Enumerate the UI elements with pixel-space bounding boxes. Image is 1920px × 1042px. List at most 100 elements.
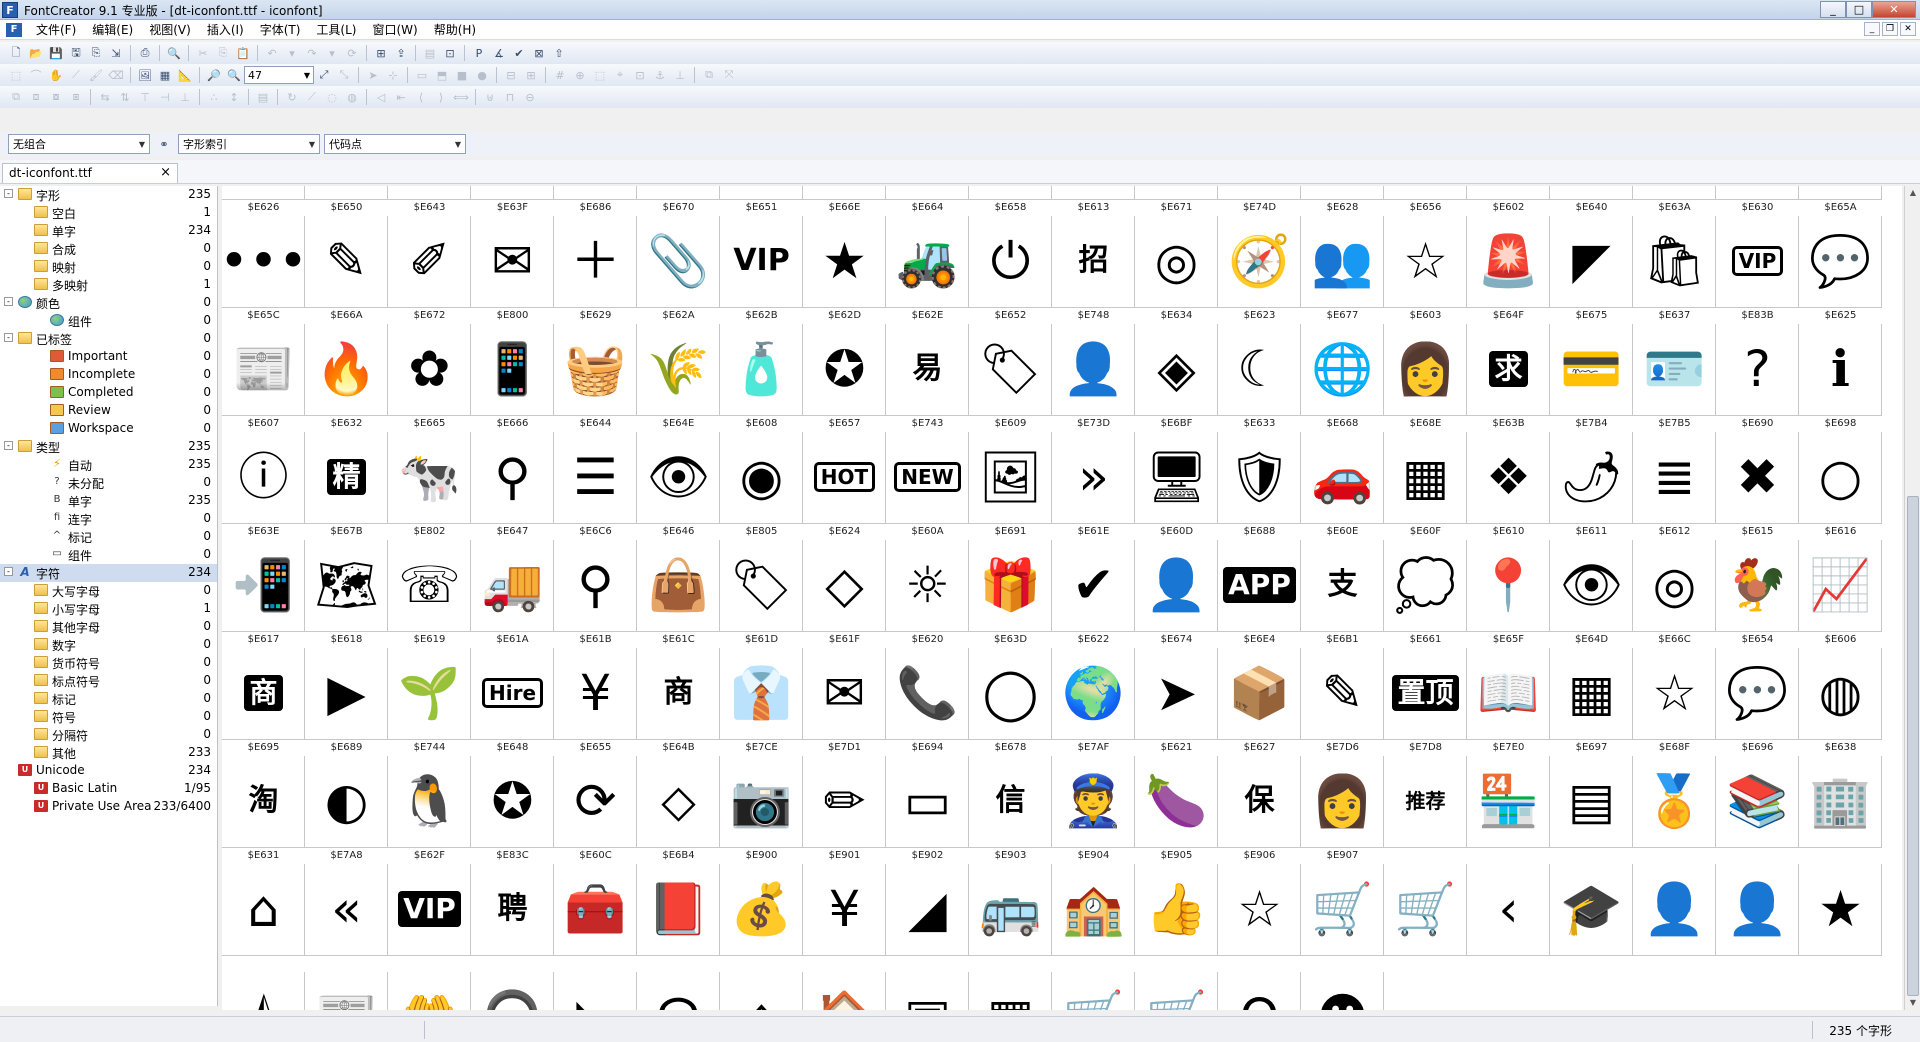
glyph-cell[interactable]: ☼ $E620 [886, 540, 969, 648]
glyph-cell[interactable]: ＋ $E629 [554, 216, 637, 324]
split-icon[interactable]: ⧇ [48, 89, 64, 105]
align-middle-icon[interactable]: ⊣ [157, 89, 173, 105]
glyph-cell[interactable]: ✐ $E672 [388, 216, 471, 324]
glyph-cell[interactable]: 商 $E695 [222, 648, 305, 756]
glyph-cell[interactable]: ✪ $E83C [471, 756, 554, 864]
text-box-icon[interactable]: ⊡ [442, 45, 458, 61]
glyph-cell[interactable]: 💳 $E7B4 [1550, 324, 1633, 432]
glyph-cell[interactable]: ? $E690 [1716, 324, 1799, 432]
glyph-cell[interactable]: 🐧 $E62F [388, 756, 471, 864]
glyph-cell[interactable]: 🏫 [1052, 864, 1135, 972]
tree-item[interactable]: 单字 234 [0, 222, 217, 240]
grid-toggle-icon[interactable]: ▦ [157, 67, 173, 83]
width-icon[interactable]: ⟺ [453, 89, 469, 105]
menu-file[interactable]: 文件(F) [28, 21, 84, 38]
scale-icon[interactable]: ⤧ [721, 67, 737, 83]
glyph-cell[interactable]: VIP $E62B [720, 216, 803, 324]
box-icon[interactable]: ⊡ [632, 67, 648, 83]
union-icon[interactable]: ⊎ [482, 89, 498, 105]
glyph-cell[interactable]: 📚 [1716, 756, 1799, 864]
glyph-index-select[interactable]: 字形索引 ▼ [178, 134, 320, 154]
glyph-cell[interactable]: 📕 [637, 864, 720, 972]
glyph-cell[interactable]: 易 $E743 [886, 324, 969, 432]
glyph-cell[interactable]: 👩 $E907 [1301, 756, 1384, 864]
copy-contour-icon[interactable]: ⧉ [8, 89, 24, 105]
glyph-cell[interactable]: 商 $E64B [637, 648, 720, 756]
glyph-cell[interactable]: ◯ $E678 [969, 648, 1052, 756]
preview-icon[interactable]: P [471, 45, 487, 61]
glyph-cell[interactable]: 🎧 [471, 972, 554, 1010]
measure-icon[interactable]: ⌖ [612, 67, 628, 83]
glyph-cell[interactable]: ✉ $E800 [471, 216, 554, 324]
glyph-cell[interactable]: 支 $E6B1 [1301, 540, 1384, 648]
outline-icon[interactable]: ◌ [324, 89, 340, 105]
glyph-cell[interactable]: ◈ $E6BF [1135, 324, 1218, 432]
tree-item[interactable]: Incomplete 0 [0, 366, 217, 384]
glyph-cell[interactable]: ○ $E616 [1799, 432, 1882, 540]
glyph-cell[interactable]: 🏠 [803, 972, 886, 1010]
hand-icon[interactable]: ✋ [48, 67, 64, 83]
lasso-icon[interactable]: ⌒ [28, 67, 44, 83]
link-icon[interactable]: ⚭ [156, 136, 172, 152]
glyph-cell[interactable]: 🤲 [388, 972, 471, 1010]
ruler-icon[interactable]: 📐 [177, 67, 193, 83]
glyph-cell[interactable]: ◢ [886, 864, 969, 972]
glyph-cell[interactable]: 🐄 $E802 [388, 432, 471, 540]
glyph-cell[interactable]: 👍 [1135, 864, 1218, 972]
glyph-cell[interactable]: $E656 [1384, 186, 1467, 216]
glyph-cell[interactable]: 👤 $E73D [1052, 324, 1135, 432]
node-icon[interactable]: ⊹ [385, 67, 401, 83]
glyph-cell[interactable]: 🏷 $E609 [969, 324, 1052, 432]
glyph-cell[interactable]: 聘 [471, 864, 554, 972]
glyph-cell[interactable]: ☻ [1301, 972, 1384, 1010]
vertical-scrollbar[interactable]: ▲ ▼ [1904, 186, 1920, 1010]
glyph-cell[interactable]: ✿ $E665 [388, 324, 471, 432]
flip-h-icon[interactable]: ⇆ [97, 89, 113, 105]
menu-edit[interactable]: 编辑(E) [84, 21, 141, 38]
mirror-icon[interactable]: ◁ [373, 89, 389, 105]
glyph-cell[interactable]: $E686 [554, 186, 637, 216]
glyph-cell[interactable]: 📰 [305, 972, 388, 1010]
glyph-cell[interactable]: ☊ [637, 972, 720, 1010]
direction-icon[interactable]: ↕ [226, 89, 242, 105]
glyph-cell[interactable]: 求 $E63B [1467, 324, 1550, 432]
glyph-cell[interactable]: ◤ $E675 [1550, 216, 1633, 324]
glyph-cell[interactable]: ▦ $E60F [1384, 432, 1467, 540]
export-icon[interactable]: ⇲ [108, 45, 124, 61]
glyph-cell[interactable]: ▭ $E902 [886, 756, 969, 864]
rect-icon[interactable]: ▭ [414, 67, 430, 83]
test-icon[interactable]: ⊠ [531, 45, 547, 61]
glyph-cell[interactable]: ✪ $E657 [803, 324, 886, 432]
print-icon[interactable]: ⎙ [137, 45, 153, 61]
tree-item[interactable]: ^ 标记 0 [0, 528, 217, 546]
glyph-cell[interactable]: ••• $E65C [222, 216, 308, 324]
add-glyph-icon[interactable]: ⊞ [373, 45, 389, 61]
glyph-cell[interactable]: 💰 [720, 864, 803, 972]
glyph-cell[interactable]: 🌶 $E611 [1550, 432, 1633, 540]
undo-dropdown-icon[interactable]: ▾ [284, 45, 300, 61]
tree-item[interactable]: 其他字母 0 [0, 618, 217, 636]
glyph-cell[interactable]: ★ $E62D [803, 216, 886, 324]
tree-item[interactable]: - 类型 235 [0, 438, 217, 456]
glyph-cell[interactable]: 📖 $E7E0 [1467, 648, 1550, 756]
glyph-cell[interactable]: 🖥 $E60D [1135, 432, 1218, 540]
glyph-cell[interactable]: 🏢 [1799, 756, 1882, 864]
glyph-cell[interactable]: 🚨 $E64F [1467, 216, 1550, 324]
zoom-in-icon[interactable]: 🔎 [206, 67, 222, 83]
glyph-cell[interactable]: $E650 [305, 186, 388, 216]
glyph-cell[interactable]: ‹ [1467, 864, 1550, 972]
glyph-cell[interactable]: $E602 [1467, 186, 1550, 216]
menu-window[interactable]: 窗口(W) [364, 21, 425, 38]
validate-icon[interactable]: ✔ [511, 45, 527, 61]
glyph-cell[interactable]: VIP [388, 864, 471, 972]
menu-insert[interactable]: 插入(I) [199, 21, 252, 38]
glyph-cell[interactable]: ≣ $E612 [1633, 432, 1716, 540]
mdi-close-button[interactable]: ✕ [1900, 22, 1916, 36]
menu-help[interactable]: 帮助(H) [426, 21, 484, 38]
tree-item[interactable]: Completed 0 [0, 384, 217, 402]
glyph-cell[interactable]: 👤 [1633, 864, 1716, 972]
glyph-cell[interactable]: $E626 [222, 186, 305, 216]
glyph-cell[interactable]: 👜 $E61C [637, 540, 720, 648]
tree-item[interactable]: 大写字母 0 [0, 582, 217, 600]
glyph-cell[interactable]: ◎ $E634 [1135, 216, 1218, 324]
